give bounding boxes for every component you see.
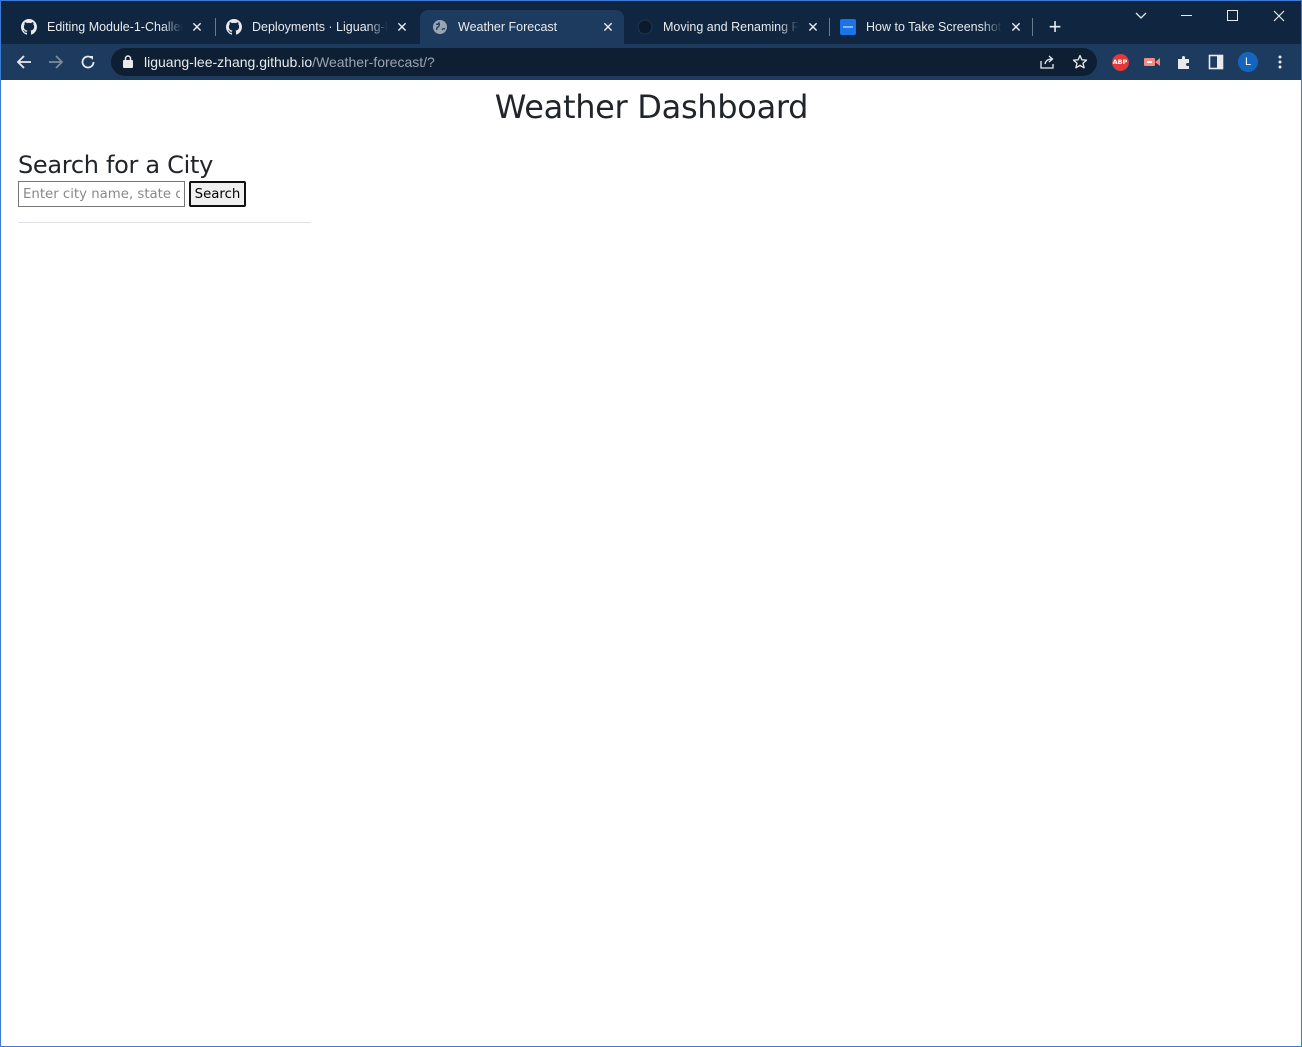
extensions-puzzle-icon[interactable] (1174, 52, 1194, 72)
tab-title: How to Take Screenshots on (866, 20, 1002, 34)
close-tab-icon[interactable]: ✕ (1008, 19, 1024, 35)
tab-moving-renaming[interactable]: Moving and Renaming Files ✕ (625, 10, 829, 44)
tab-separator (1032, 18, 1033, 36)
search-heading: Search for a City (18, 151, 213, 179)
page-content: Weather Dashboard Search for a City Sear… (2, 80, 1301, 1046)
tab-title: Weather Forecast (458, 20, 558, 34)
page-title: Weather Dashboard (494, 88, 809, 126)
adblock-plus-icon[interactable]: ABP (1110, 52, 1130, 72)
back-icon[interactable] (12, 50, 36, 74)
forward-icon[interactable] (44, 50, 68, 74)
profile-avatar[interactable]: L (1238, 52, 1258, 72)
close-tab-icon[interactable]: ✕ (805, 19, 821, 35)
url-text[interactable]: liguang-lee-zhang.github.io/Weather-fore… (144, 48, 435, 76)
side-panel-icon[interactable] (1206, 52, 1226, 72)
site-icon (840, 19, 856, 35)
tab-title: Editing Module-1-Challenge (47, 20, 183, 34)
share-icon[interactable] (1038, 52, 1058, 72)
search-button[interactable]: Search (189, 181, 246, 207)
more-menu-icon[interactable] (1270, 52, 1290, 72)
reload-icon[interactable] (76, 50, 100, 74)
url-path: /Weather-forecast/? (312, 54, 435, 70)
tab-strip: Editing Module-1-Challenge ✕ Deployments… (1, 1, 1301, 44)
close-tab-icon[interactable]: ✕ (394, 19, 410, 35)
github-icon (226, 19, 242, 35)
new-tab-button[interactable]: + (1043, 14, 1067, 39)
close-tab-icon[interactable]: ✕ (189, 19, 205, 35)
abp-badge: ABP (1111, 53, 1129, 71)
browser-toolbar: liguang-lee-zhang.github.io/Weather-fore… (1, 44, 1301, 80)
minimize-icon[interactable] (1164, 1, 1210, 31)
tab-title: Moving and Renaming Files (663, 20, 799, 34)
screencast-extension-icon[interactable] (1142, 52, 1162, 72)
search-divider (18, 222, 311, 223)
tab-editing-module[interactable]: Editing Module-1-Challenge ✕ (9, 10, 213, 44)
url-host: liguang-lee-zhang.github.io (144, 54, 313, 70)
tab-screenshots[interactable]: How to Take Screenshots on ✕ (828, 10, 1032, 44)
site-icon (637, 19, 653, 35)
tab-deployments[interactable]: Deployments · Liguang-Lee ✕ (214, 10, 418, 44)
globe-icon (432, 19, 448, 35)
close-tab-icon[interactable]: ✕ (600, 19, 616, 35)
city-search-input[interactable] (18, 181, 185, 207)
lock-icon[interactable] (123, 55, 133, 73)
browser-window: Editing Module-1-Challenge ✕ Deployments… (0, 0, 1302, 1047)
avatar-letter: L (1238, 52, 1258, 72)
address-bar[interactable]: liguang-lee-zhang.github.io/Weather-fore… (111, 48, 1097, 76)
github-icon (21, 19, 37, 35)
bookmark-star-icon[interactable] (1070, 52, 1090, 72)
maximize-icon[interactable] (1210, 1, 1256, 31)
tab-title: Deployments · Liguang-Lee (252, 20, 388, 34)
window-close-icon[interactable] (1256, 1, 1302, 31)
tab-weather-forecast[interactable]: Weather Forecast ✕ (420, 10, 624, 44)
tab-search-icon[interactable] (1118, 1, 1164, 31)
